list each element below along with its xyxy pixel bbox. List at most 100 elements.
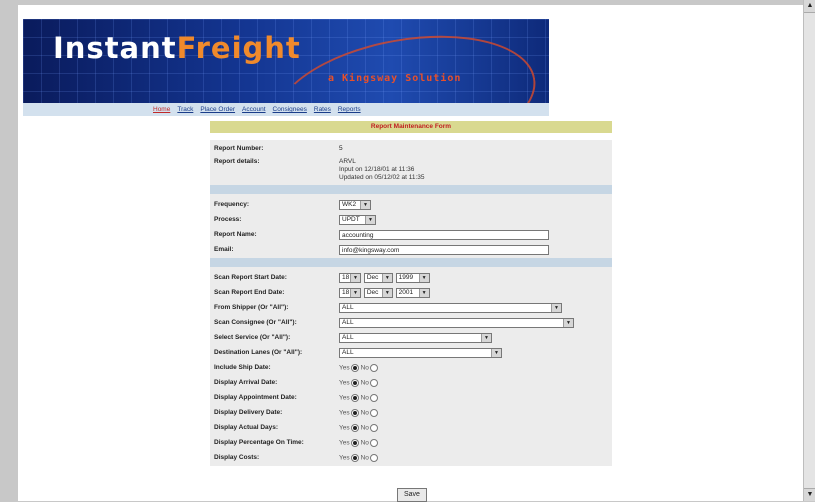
yesno-label: Include Ship Date: [214,364,271,371]
report-name-label: Report Name: [214,231,257,238]
yesno-label: Display Percentage On Time: [214,439,304,446]
scroll-down-icon[interactable]: ▼ [804,488,815,501]
end-month-select[interactable]: Dec ▼ [363,287,393,298]
chevron-down-icon: ▼ [360,200,370,209]
report-details-label: Report details: [214,158,260,165]
chevron-down-icon: ▼ [418,288,429,297]
frequency-label: Frequency: [214,201,250,208]
yesno-row: Display Appointment Date: Yes No [210,390,612,405]
scroll-up-icon[interactable]: ▲ [804,0,815,13]
chevron-down-icon: ▼ [481,333,491,342]
lanes-label: Destination Lanes (Or "All"): [214,349,303,356]
report-number-row: Report Number: 5 [210,141,612,156]
frequency-value: WK2 [342,201,357,208]
end-year-value: 2001 [398,289,414,296]
email-input[interactable]: info@kingsway.com [339,244,549,255]
nav-account[interactable]: Account [242,103,266,116]
process-row: Process: UPDT ▼ [210,212,612,227]
lanes-value: ALL [342,349,354,356]
chevron-down-icon: ▼ [418,273,429,282]
report-info-section: Report Number: 5 Report details: ARVL In… [210,140,612,185]
no-radio[interactable] [369,453,378,462]
start-month-select[interactable]: Dec ▼ [363,272,393,283]
start-date-row: Scan Report Start Date: 18 ▼ Dec ▼ 1999 ▼ [210,270,612,285]
header-banner: InstantFreight a Kingsway Solution [23,19,549,103]
report-number-value: 5 [339,145,343,152]
details-code: ARVL [339,158,356,165]
service-label: Select Service (Or "All"): [214,334,291,341]
start-day-value: 18 [342,274,350,281]
chevron-down-icon: ▼ [563,318,573,327]
service-value: ALL [342,334,354,341]
yesno-label: Display Arrival Date: [214,379,278,386]
yes-radio[interactable] [350,393,359,402]
logo: InstantFreight [53,31,301,65]
process-value: UPDT [342,216,360,223]
service-row: Select Service (Or "All"): ALL ▼ [210,330,612,345]
report-number-label: Report Number: [214,145,264,152]
process-select[interactable]: UPDT ▼ [339,214,376,225]
frequency-select[interactable]: WK2 ▼ [339,199,371,210]
service-select[interactable]: ALL ▼ [339,332,492,343]
no-radio[interactable] [369,393,378,402]
shipper-value: ALL [342,304,354,311]
chevron-down-icon: ▼ [365,215,375,224]
consignee-select[interactable]: ALL ▼ [339,317,574,328]
nav-place-order[interactable]: Place Order [200,103,235,116]
consignee-row: Scan Consignee (Or "All"): ALL ▼ [210,315,612,330]
start-year-value: 1999 [398,274,414,281]
lanes-select[interactable]: ALL ▼ [339,347,502,358]
chevron-down-icon: ▼ [381,273,392,282]
no-radio[interactable] [369,363,378,372]
start-year-select[interactable]: 1999 ▼ [395,272,430,283]
end-day-select[interactable]: 18 ▼ [339,287,361,298]
nav-rates[interactable]: Rates [314,103,331,116]
nav-home[interactable]: Home [153,103,170,116]
logo-instant: Instant [53,31,177,65]
report-details-row: Report details: ARVL Input on 12/18/01 a… [210,156,612,184]
no-radio[interactable] [369,423,378,432]
yes-radio[interactable] [350,408,359,417]
chevron-down-icon: ▼ [551,303,561,312]
start-month-value: Dec [366,274,379,281]
yesno-label: Display Costs: [214,454,260,461]
yesno-row: Display Arrival Date: Yes No [210,375,612,390]
save-button[interactable]: Save [397,488,427,502]
no-radio[interactable] [369,378,378,387]
yes-radio[interactable] [350,453,359,462]
consignee-value: ALL [342,319,354,326]
yes-radio[interactable] [350,423,359,432]
yesno-row: Display Percentage On Time: Yes No [210,435,612,450]
start-day-select[interactable]: 18 ▼ [339,272,361,283]
yesno-row: Display Actual Days: Yes No [210,420,612,435]
yes-radio[interactable] [350,438,359,447]
details-input: Input on 12/18/01 at 11:36 [339,166,415,173]
chevron-down-icon: ▼ [381,288,392,297]
frequency-row: Frequency: WK2 ▼ [210,197,612,212]
email-row: Email: info@kingsway.com [210,242,612,257]
lanes-row: Destination Lanes (Or "All"): ALL ▼ [210,345,612,360]
tagline: a Kingsway Solution [328,73,462,84]
report-name-input[interactable]: accounting [339,229,549,240]
end-month-value: Dec [366,289,379,296]
nav-track[interactable]: Track [177,103,193,116]
report-settings-section: Frequency: WK2 ▼ Process: UPDT ▼ Report Na… [210,194,612,258]
yesno-row: Display Costs: Yes No [210,450,612,465]
vertical-scrollbar[interactable]: ▲ ▼ [803,0,815,501]
nav-reports[interactable]: Reports [338,103,361,116]
shipper-row: From Shipper (Or "All"): ALL ▼ [210,300,612,315]
report-details-value: ARVL Input on 12/18/01 at 11:36 Updated … [339,156,612,184]
no-radio[interactable] [369,438,378,447]
form-title: Report Maintenance Form [210,121,612,133]
yesno-row: Include Ship Date: Yes No [210,360,612,375]
yes-radio[interactable] [350,378,359,387]
shipper-select[interactable]: ALL ▼ [339,302,562,313]
yes-radio[interactable] [350,363,359,372]
nav-consignees[interactable]: Consignees [273,103,307,116]
yesno-label: Display Actual Days: [214,424,279,431]
chevron-down-icon: ▼ [350,288,360,297]
nav-bar: Home Track Place Order Account Consignee… [153,103,361,116]
logo-freight: Freight [176,31,301,65]
no-radio[interactable] [369,408,378,417]
end-year-select[interactable]: 2001 ▼ [395,287,430,298]
